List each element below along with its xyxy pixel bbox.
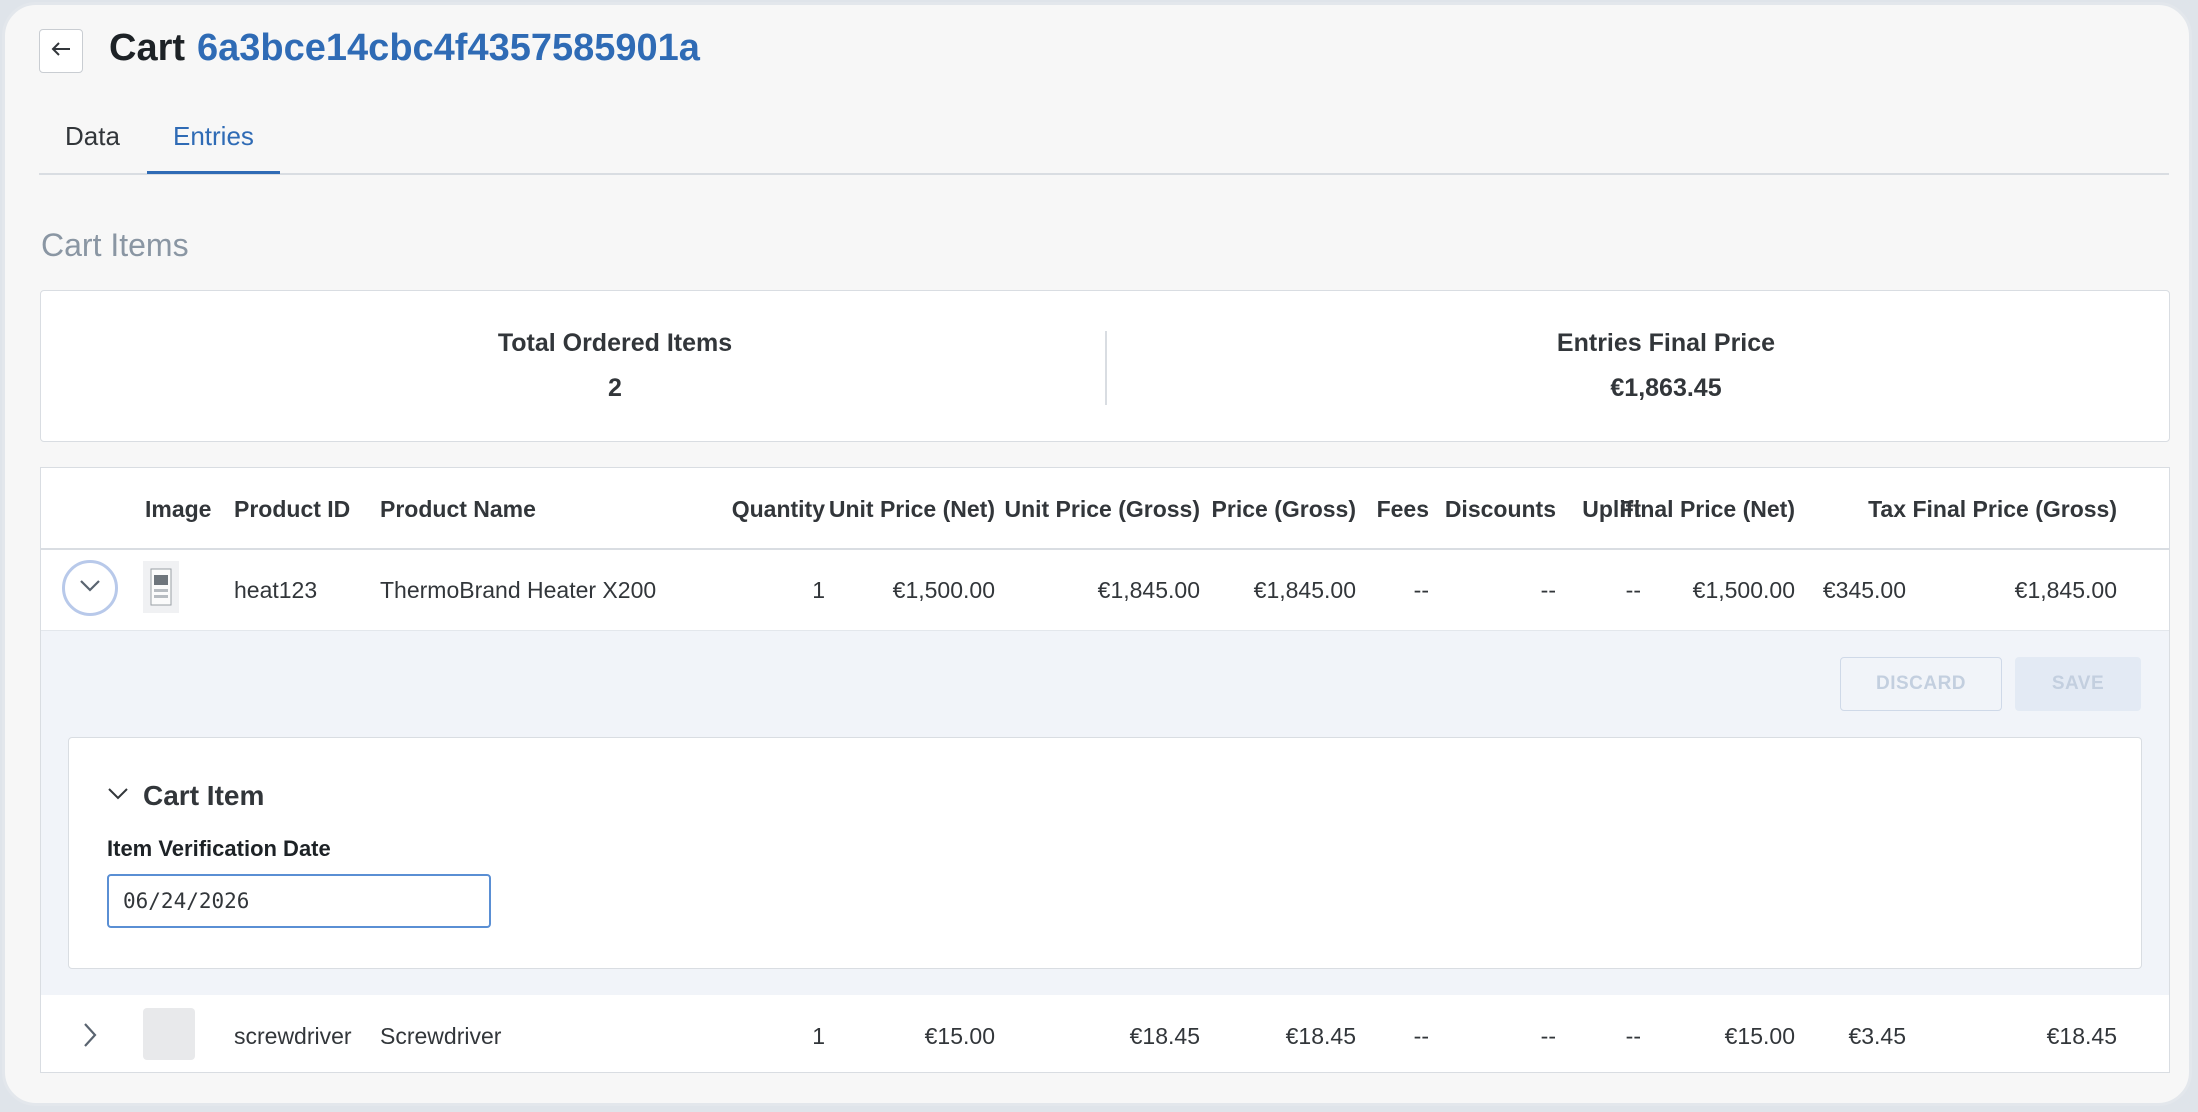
cell-uplift: -- [1625, 577, 1641, 603]
item-verification-date-input[interactable] [107, 874, 491, 928]
table-header: Image Product ID Product Name Quantity U… [41, 468, 2169, 550]
cell-price-gross: €18.45 [1285, 1023, 1356, 1049]
column-header-product-name: Product Name [380, 496, 536, 522]
entries-final-price-value: €1,863.45 [1610, 374, 1722, 402]
cell-unit-price-gross: €1,845.00 [1097, 577, 1200, 603]
product-image-placeholder [143, 1008, 195, 1060]
cart-items-table: Image Product ID Product Name Quantity U… [40, 467, 2170, 1073]
tab-data[interactable]: Data [39, 121, 146, 171]
row-detail-editor: DISCARD SAVE Cart Item Item Verification… [41, 631, 2169, 995]
row-collapse-button[interactable] [62, 560, 118, 616]
total-ordered-items-value: 2 [608, 374, 622, 402]
chevron-down-icon [79, 579, 101, 598]
section-title: Cart Items [41, 227, 189, 263]
column-header-fees: Fees [1376, 496, 1429, 522]
item-verification-date-label: Item Verification Date [107, 836, 331, 861]
cell-quantity: 1 [812, 1023, 825, 1049]
page-title: Cart 6a3bce14cbc4f4357585901a [109, 27, 700, 70]
table-row[interactable]: heat123 ThermoBrand Heater X200 1 €1,500… [41, 550, 2169, 631]
cell-price-gross: €1,845.00 [1253, 577, 1356, 603]
cart-item-panel: Cart Item Item Verification Date [68, 737, 2142, 969]
save-button[interactable]: SAVE [2015, 657, 2141, 711]
entries-final-price-label: Entries Final Price [1556, 329, 1776, 357]
cell-discounts: -- [1540, 1023, 1556, 1049]
cell-product-id: heat123 [234, 577, 318, 603]
cell-final-price-gross: €18.45 [2046, 1023, 2117, 1049]
column-header-tax: Tax [1868, 496, 1906, 522]
column-header-discounts: Discounts [1444, 496, 1556, 522]
total-ordered-items-label: Total Ordered Items [497, 329, 733, 357]
cell-discounts: -- [1540, 577, 1556, 603]
column-header-unit-price-gross: Unit Price (Gross) [1004, 496, 1200, 522]
cell-final-price-net: €1,500.00 [1692, 577, 1795, 603]
cart-item-panel-title: Cart Item [143, 780, 265, 811]
cart-summary: Total Ordered Items 2 Entries Final Pric… [40, 290, 2170, 442]
tab-entries[interactable]: Entries [147, 121, 280, 174]
cell-final-price-gross: €1,845.00 [2014, 577, 2117, 603]
cart-id: 6a3bce14cbc4f4357585901a [197, 27, 700, 69]
column-header-final-price-net: Final Price (Net) [1619, 496, 1795, 522]
cell-product-name: Screwdriver [380, 1023, 502, 1049]
entries-final-price: Entries Final Price €1,863.45 [1366, 329, 1966, 403]
cell-final-price-net: €15.00 [1724, 1023, 1795, 1049]
cell-product-id: screwdriver [234, 1023, 352, 1049]
cell-fees: -- [1413, 1023, 1429, 1049]
column-header-product-id: Product ID [234, 496, 351, 522]
cell-fees: -- [1413, 577, 1429, 603]
column-header-final-price-gross: Final Price (Gross) [1912, 496, 2117, 522]
back-button[interactable] [39, 29, 83, 73]
tab-bar: Data Entries [39, 113, 2169, 175]
cart-item-panel-toggle[interactable]: Cart Item [107, 780, 264, 812]
cell-tax: €345.00 [1822, 577, 1906, 603]
summary-divider [1105, 331, 1107, 405]
table-row[interactable]: screwdriver Screwdriver 1 €15.00 €18.45 … [41, 996, 2169, 1072]
cell-product-name: ThermoBrand Heater X200 [380, 577, 657, 603]
discard-button[interactable]: DISCARD [1840, 657, 2002, 711]
cell-tax: €3.45 [1848, 1023, 1906, 1049]
cell-uplift: -- [1625, 1023, 1641, 1049]
column-header-unit-price-net: Unit Price (Net) [828, 496, 995, 522]
column-header-image: Image [145, 496, 212, 522]
cell-unit-price-net: €1,500.00 [892, 577, 995, 603]
page-title-label: Cart [109, 27, 186, 69]
column-header-quantity: Quantity [731, 496, 825, 522]
chevron-right-icon[interactable] [83, 1022, 97, 1053]
chevron-down-icon [107, 787, 129, 806]
cell-unit-price-net: €15.00 [924, 1023, 995, 1049]
app-window: Cart 6a3bce14cbc4f4357585901a Data Entrie… [2, 2, 2192, 1106]
product-image-heater [143, 561, 179, 613]
arrow-left-icon [50, 38, 72, 65]
total-ordered-items: Total Ordered Items 2 [315, 329, 915, 403]
cell-quantity: 1 [812, 577, 825, 603]
column-header-price-gross: Price (Gross) [1211, 496, 1356, 522]
cell-unit-price-gross: €18.45 [1129, 1023, 1200, 1049]
